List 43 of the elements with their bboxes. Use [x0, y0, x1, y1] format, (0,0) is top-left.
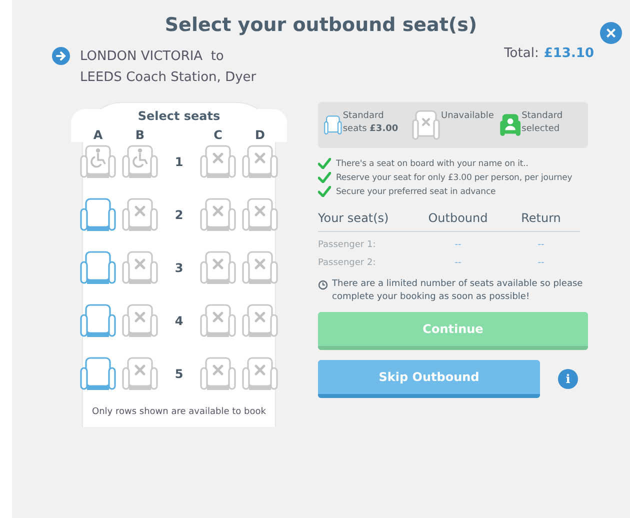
- close-button[interactable]: ×: [600, 22, 622, 44]
- total-label: Total:: [504, 46, 539, 63]
- skip-outbound-button[interactable]: Skip Outbound: [318, 360, 540, 398]
- return-seat: --: [502, 240, 580, 250]
- column-label: B: [134, 128, 146, 142]
- row-number: 3: [174, 261, 184, 275]
- column-header: Return: [520, 211, 562, 225]
- seat-map-note: Only rows shown are available to book: [91, 407, 267, 417]
- route-origin: LONDON VICTORIA to: [80, 48, 225, 66]
- outbound-seat: --: [414, 240, 502, 250]
- benefit-text: Reserve your seat for only £3.00 per person, per journey: [336, 172, 572, 182]
- row-number: 4: [174, 314, 184, 328]
- check-icon: [318, 158, 331, 169]
- legend-label: Standard selected: [522, 110, 564, 136]
- row-number: 2: [174, 208, 184, 222]
- warning-text: There are a limited number of seats available so please complete your booking as soon as possible!: [332, 278, 584, 304]
- legend-label: Unavailable: [441, 110, 494, 123]
- available-seat[interactable]: [80, 250, 116, 286]
- passenger-label: Passenger 1:: [318, 240, 377, 250]
- seat-map-title: Select seats: [138, 109, 220, 123]
- available-seat[interactable]: [80, 303, 116, 339]
- benefit-text: Secure your preferred seat in advance: [336, 186, 496, 196]
- column-label: C: [212, 128, 224, 142]
- column-label: D: [254, 128, 266, 142]
- passenger-label: Passenger 2:: [318, 258, 377, 268]
- outbound-seat: --: [414, 258, 502, 268]
- column-header: Outbound: [427, 211, 489, 225]
- benefit-text: There's a seat on board with your name on it..: [336, 158, 528, 168]
- check-icon: [318, 186, 331, 197]
- available-seat[interactable]: [80, 356, 116, 392]
- column-header: Your seat(s): [318, 211, 390, 225]
- route-destination: LEEDS Coach Station, Dyer: [80, 69, 256, 87]
- column-label: A: [92, 128, 104, 142]
- clock-icon: [318, 280, 328, 290]
- available-seat[interactable]: [80, 197, 116, 233]
- check-icon: [318, 172, 331, 183]
- legend-label: Standard seats £3.00: [342, 110, 400, 136]
- dialog-title: Select your outbound seat(s): [164, 14, 478, 36]
- info-button[interactable]: i: [558, 369, 578, 389]
- row-number: 5: [174, 367, 184, 381]
- row-number: 1: [174, 155, 184, 169]
- return-seat: --: [502, 258, 580, 268]
- total-amount: £13.10: [544, 46, 594, 63]
